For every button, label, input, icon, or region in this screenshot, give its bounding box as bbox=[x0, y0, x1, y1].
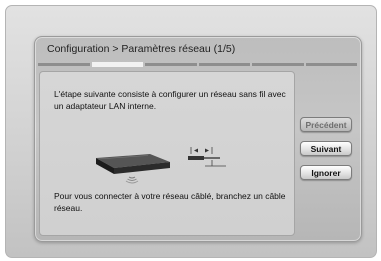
previous-button[interactable]: Précédent bbox=[300, 117, 352, 132]
step-progress-bar bbox=[38, 62, 357, 67]
step-segment-3 bbox=[145, 63, 197, 66]
device-illustration bbox=[88, 146, 238, 193]
content-panel: L'étape suivante consiste à configurer u… bbox=[39, 71, 295, 236]
step-segment-5 bbox=[252, 63, 304, 66]
step-segment-1 bbox=[38, 63, 90, 66]
dialog-button-column: Précédent Suivant Ignorer bbox=[300, 117, 356, 189]
next-button[interactable]: Suivant bbox=[300, 141, 352, 156]
network-settings-dialog: Configuration > Paramètres réseau (1/5) … bbox=[34, 36, 362, 242]
step-segment-4 bbox=[198, 63, 250, 66]
blu-ray-player-icon bbox=[96, 147, 226, 184]
dialog-title: Configuration > Paramètres réseau (1/5) bbox=[47, 43, 236, 55]
wireless-instruction-text: L'étape suivante consiste à configurer u… bbox=[54, 89, 286, 111]
cable-instruction-text: Pour vous connecter à votre réseau câblé… bbox=[54, 191, 286, 213]
step-segment-6 bbox=[305, 63, 357, 66]
lan-cable-icon bbox=[188, 147, 226, 167]
step-segment-2 bbox=[91, 62, 143, 67]
skip-button[interactable]: Ignorer bbox=[300, 165, 352, 180]
tv-screen: Configuration > Paramètres réseau (1/5) … bbox=[5, 5, 377, 258]
